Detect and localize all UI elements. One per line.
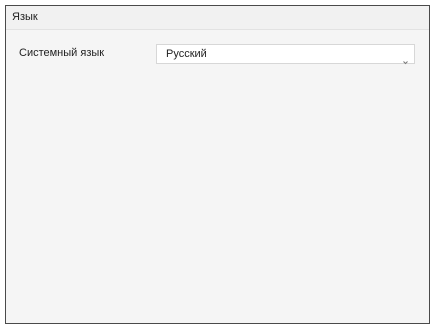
system-language-select[interactable]: Русский xyxy=(156,44,415,65)
chevron-down-icon xyxy=(403,52,408,65)
system-language-value: Русский xyxy=(166,48,207,60)
system-language-label: Системный язык xyxy=(19,47,105,59)
system-language-row: Системный язык Русский xyxy=(6,44,429,65)
panel-title: Язык xyxy=(12,11,38,23)
language-settings-panel: Язык Системный язык Русский xyxy=(5,5,430,324)
panel-header: Язык xyxy=(6,6,429,30)
